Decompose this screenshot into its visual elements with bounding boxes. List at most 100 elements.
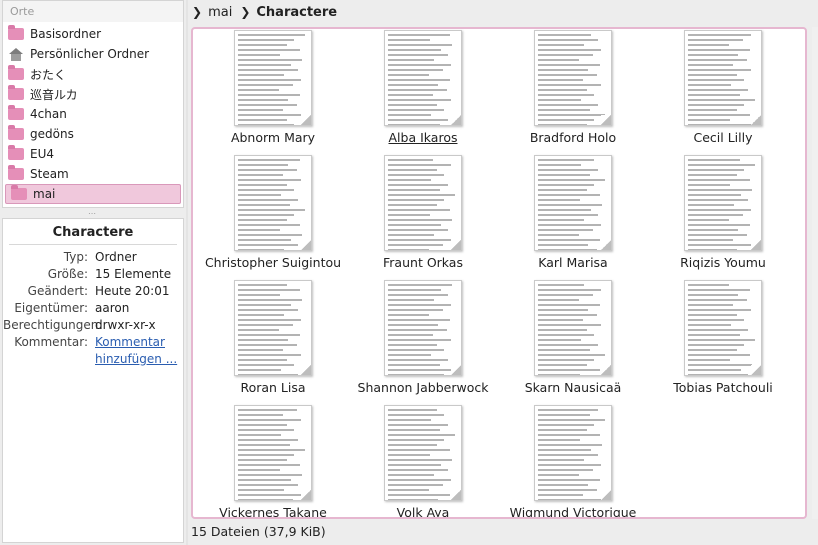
info-key: Eigentümer: [14, 301, 88, 315]
add-comment-link[interactable]: Kommentar hinzufügen ... [95, 334, 177, 368]
info-value: 15 Elemente [95, 267, 172, 281]
file-name-label: Abnorm Mary [230, 130, 316, 145]
place-label: Basisordner [30, 27, 102, 41]
info-panel: Charactere Typ: Ordner Größe: 15 Elemente Ge… [2, 218, 184, 543]
text-file-thumbnail-icon [534, 280, 612, 376]
main-area: ❯ mai ❯ Charactere Abnorm Mary Alba Ikaro… [188, 0, 818, 545]
places-list: Basisordner Persönlicher Ordner おたく巡音ルカ 4ch… [2, 22, 184, 208]
info-row: Typ: Ordner [3, 249, 183, 266]
text-file-thumbnail-icon [234, 30, 312, 126]
breadcrumb-separator-icon: ❯ [240, 5, 251, 19]
place-item[interactable]: Persönlicher Ordner [3, 44, 183, 64]
place-item[interactable]: Steam [3, 164, 183, 184]
text-file-thumbnail-icon [684, 155, 762, 251]
text-file-thumbnail-icon [234, 405, 312, 501]
file-name-label: Volk Aya [396, 505, 450, 519]
place-item[interactable]: 巡音ルカ [3, 84, 183, 104]
file-item[interactable]: Fraunt Orkas [348, 149, 498, 274]
folder-icon [8, 145, 24, 160]
add-comment-link-line1[interactable]: Kommentar [95, 335, 165, 349]
file-name-label: Cecil Lilly [693, 130, 753, 145]
breadcrumb-item-current[interactable]: Charactere [256, 5, 337, 20]
file-name-label: Vickernes Takane [219, 505, 327, 519]
folder-icon [8, 165, 24, 180]
file-name-label: Fraunt Orkas [383, 255, 463, 270]
text-file-thumbnail-icon [534, 405, 612, 501]
place-item[interactable]: おたく [3, 64, 183, 84]
file-item[interactable]: Cecil Lilly [648, 29, 798, 149]
folder-icon [8, 125, 24, 140]
file-item[interactable]: Karl Marisa [498, 149, 648, 274]
folder-icon [8, 65, 24, 80]
folder-icon [8, 105, 24, 120]
file-item[interactable]: Skarn Nausicaä [498, 274, 648, 399]
info-key: Berechtigungen: [3, 318, 103, 332]
file-name-label: Alba Ikaros [388, 130, 458, 145]
file-grid: Abnorm Mary Alba Ikaros Bradford Holo Cecil… [193, 29, 805, 519]
file-name-label: Riqizis Youmu [680, 255, 766, 270]
file-item[interactable]: Roran Lisa [198, 274, 348, 399]
file-item[interactable]: Riqizis Youmu [648, 149, 798, 274]
text-file-thumbnail-icon [234, 155, 312, 251]
place-item[interactable]: gedöns [3, 124, 183, 144]
status-bar: 15 Dateien (37,9 KiB) [191, 524, 326, 539]
place-item[interactable]: mai [5, 184, 181, 204]
add-comment-link-line2[interactable]: hinzufügen ... [95, 352, 177, 366]
place-label: 巡音ルカ [30, 87, 78, 102]
file-name-label: Wigmund Victorique [509, 505, 637, 519]
place-label: EU4 [30, 147, 54, 161]
info-value: drwxr-xr-x [95, 318, 156, 332]
file-item[interactable]: Abnorm Mary [198, 29, 348, 149]
file-item[interactable]: Christopher Suigintou [198, 149, 348, 274]
file-name-label: Roran Lisa [240, 380, 306, 395]
file-name-label: Tobias Patchouli [673, 380, 773, 395]
text-file-thumbnail-icon [384, 405, 462, 501]
place-item[interactable]: Basisordner [3, 24, 183, 44]
place-label: Persönlicher Ordner [30, 47, 150, 61]
text-file-thumbnail-icon [384, 155, 462, 251]
folder-icon [11, 185, 27, 200]
text-file-thumbnail-icon [534, 30, 612, 126]
folder-icon [8, 85, 24, 100]
place-item[interactable]: 4chan [3, 104, 183, 124]
place-label: 4chan [30, 107, 67, 121]
info-value: Heute 20:01 [95, 284, 170, 298]
text-file-thumbnail-icon [684, 30, 762, 126]
file-icon-view[interactable]: Abnorm Mary Alba Ikaros Bradford Holo Cecil… [191, 27, 807, 519]
file-item[interactable]: Alba Ikaros [348, 29, 498, 149]
info-row: Geändert: Heute 20:01 [3, 283, 183, 300]
folder-icon [8, 25, 24, 40]
panel-splitter-handle[interactable]: ⋯ [88, 210, 100, 218]
info-key-comment: Kommentar: [14, 335, 88, 349]
text-file-thumbnail-icon [234, 280, 312, 376]
info-key: Geändert: [27, 284, 88, 298]
file-name-label: Skarn Nausicaä [524, 380, 622, 395]
place-label: gedöns [30, 127, 74, 141]
file-item[interactable]: Vickernes Takane [198, 399, 348, 519]
text-file-thumbnail-icon [534, 155, 612, 251]
breadcrumb-item-mai[interactable]: mai [208, 5, 232, 20]
info-value: aaron [95, 301, 130, 315]
info-key: Größe: [47, 267, 88, 281]
file-item[interactable]: Wigmund Victorique [498, 399, 648, 519]
file-item[interactable]: Tobias Patchouli [648, 274, 798, 399]
place-label: mai [33, 187, 56, 201]
file-item[interactable]: Bradford Holo [498, 29, 648, 149]
breadcrumb-back-arrow-icon[interactable]: ❯ [192, 5, 202, 19]
info-row-comment: Kommentar: Kommentar hinzufügen ... [3, 334, 183, 368]
info-row: Größe: 15 Elemente [3, 266, 183, 283]
file-name-label: Bradford Holo [529, 130, 617, 145]
text-file-thumbnail-icon [384, 280, 462, 376]
place-item[interactable]: EU4 [3, 144, 183, 164]
places-header: Orte [2, 0, 184, 22]
info-panel-title: Charactere [9, 219, 177, 245]
info-key: Typ: [63, 250, 88, 264]
info-rows: Typ: Ordner Größe: 15 Elemente Geändert: Heut… [3, 245, 183, 334]
text-file-thumbnail-icon [384, 30, 462, 126]
file-name-label: Karl Marisa [538, 255, 608, 270]
breadcrumb: ❯ mai ❯ Charactere [188, 0, 818, 24]
info-row: Eigentümer: aaron [3, 300, 183, 317]
file-item[interactable]: Shannon Jabberwock [348, 274, 498, 399]
vertical-scrollbar[interactable] [812, 27, 818, 519]
file-item[interactable]: Volk Aya [348, 399, 498, 519]
